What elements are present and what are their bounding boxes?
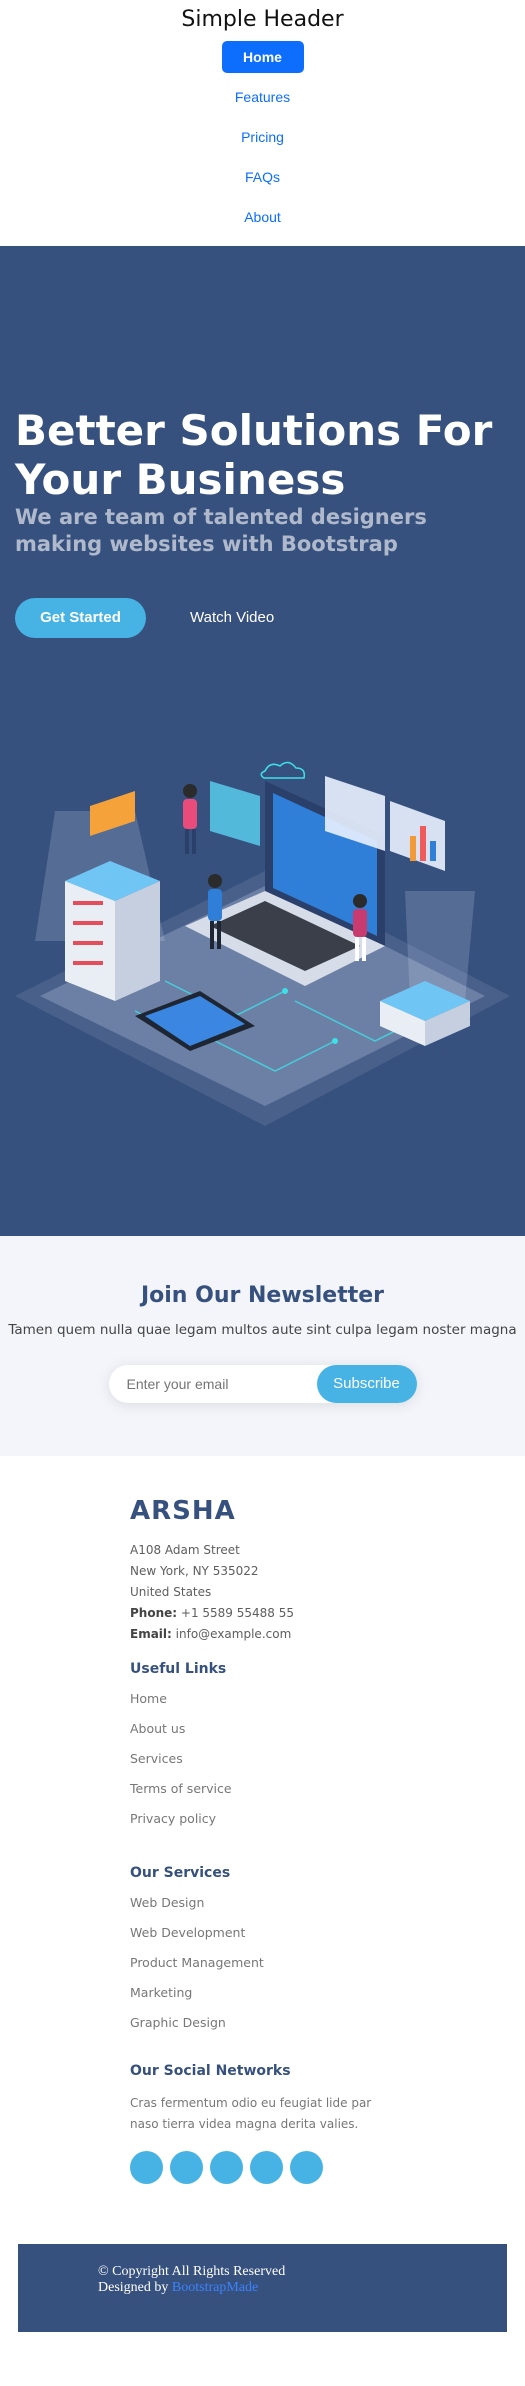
footer-link-privacy[interactable]: Privacy policy: [130, 1811, 400, 1841]
nav-home[interactable]: Home: [221, 41, 304, 73]
newsletter-text: Tamen quem nulla quae legam multos aute …: [8, 1322, 517, 1338]
footer-address: A108 Adam Street New York, NY 535022 Uni…: [130, 1540, 400, 1645]
copyright-bar: © Copyright All Rights Reserved Designed…: [18, 2244, 507, 2332]
service-link[interactable]: Web Development: [130, 1925, 400, 1955]
get-started-button[interactable]: Get Started: [15, 598, 146, 638]
copyright-text: © Copyright All Rights Reserved: [98, 2264, 286, 2279]
useful-links-title: Useful Links: [130, 1661, 227, 1677]
phone-label: Phone:: [130, 1606, 178, 1620]
social-text: Cras fermentum odio eu feugiat lide par …: [130, 2096, 372, 2131]
footer-link-terms[interactable]: Terms of service: [130, 1781, 400, 1811]
social-title: Our Social Networks: [130, 2063, 291, 2079]
services-title: Our Services: [130, 1865, 231, 1881]
footer-link-services[interactable]: Services: [130, 1751, 400, 1781]
hero-illustration: [15, 761, 510, 1126]
nav-pricing[interactable]: Pricing: [222, 121, 304, 153]
email-value: info@example.com: [175, 1627, 292, 1641]
floating-panel-2: [390, 801, 445, 871]
designed-by-label: Designed by: [98, 2280, 169, 2295]
newsletter-form: Subscribe: [108, 1365, 417, 1403]
footer-contact: ARSHA A108 Adam Street New York, NY 5350…: [130, 1496, 400, 2184]
service-link[interactable]: Web Design: [130, 1895, 400, 1925]
services-list: Web Design Web Development Product Manag…: [130, 1895, 400, 2045]
site-footer: ARSHA A108 Adam Street New York, NY 5350…: [0, 1456, 525, 2332]
subscribe-button[interactable]: Subscribe: [316, 1365, 417, 1403]
linkedin-icon[interactable]: [290, 2151, 323, 2184]
nav-features[interactable]: Features: [222, 81, 304, 113]
address-line: A108 Adam Street: [130, 1543, 240, 1557]
useful-links-list: Home About us Services Terms of service …: [130, 1691, 400, 1841]
hero-title: Better Solutions For Your Business: [15, 406, 493, 504]
service-link[interactable]: Product Management: [130, 1955, 400, 1985]
skype-icon[interactable]: [250, 2151, 283, 2184]
person-left: [183, 784, 197, 854]
floating-panel-3: [210, 781, 260, 846]
facebook-icon[interactable]: [170, 2151, 203, 2184]
phone-value: +1 5589 55488 55: [180, 1606, 295, 1620]
twitter-icon[interactable]: [130, 2151, 163, 2184]
nav-faqs[interactable]: FAQs: [222, 161, 304, 193]
light-beam-right: [405, 891, 475, 1001]
email-input[interactable]: [126, 1365, 307, 1403]
address-line: New York, NY 535022: [130, 1564, 259, 1578]
site-header: Simple Header Home Features Pricing FAQs…: [0, 0, 525, 246]
address-line: United States: [130, 1585, 212, 1599]
chart-bar-3: [430, 841, 436, 861]
phone-line: Phone: +1 5589 55488 55: [130, 1603, 400, 1624]
footer-link-home[interactable]: Home: [130, 1691, 400, 1721]
newsletter-section: Join Our Newsletter Tamen quem nulla qua…: [0, 1236, 525, 1456]
watch-video-button[interactable]: Watch Video: [190, 598, 274, 638]
chart-bar-1: [410, 836, 416, 861]
hero-section: Better Solutions For Your Business We ar…: [0, 246, 525, 1236]
instagram-icon[interactable]: [210, 2151, 243, 2184]
chart-bar-2: [420, 826, 426, 861]
service-link[interactable]: Marketing: [130, 1985, 400, 2015]
main-nav: Home Features Pricing FAQs About: [0, 41, 525, 241]
designed-by-line: Designed by BootstrapMade: [98, 2280, 507, 2296]
email-line: Email: info@example.com: [130, 1624, 400, 1645]
service-link[interactable]: Graphic Design: [130, 2015, 400, 2045]
newsletter-title: Join Our Newsletter: [140, 1283, 385, 1308]
social-links: [130, 2151, 400, 2184]
cloud-icon: [260, 761, 306, 779]
nav-about[interactable]: About: [222, 201, 304, 233]
email-label: Email:: [130, 1627, 172, 1641]
site-title: Simple Header: [181, 7, 344, 32]
footer-link-about[interactable]: About us: [130, 1721, 400, 1751]
hero-subtitle: We are team of talented designers making…: [15, 505, 427, 556]
designer-link[interactable]: BootstrapMade: [172, 2280, 258, 2295]
footer-brand: ARSHA: [130, 1496, 236, 1526]
server-rack-left-side: [115, 881, 160, 1001]
